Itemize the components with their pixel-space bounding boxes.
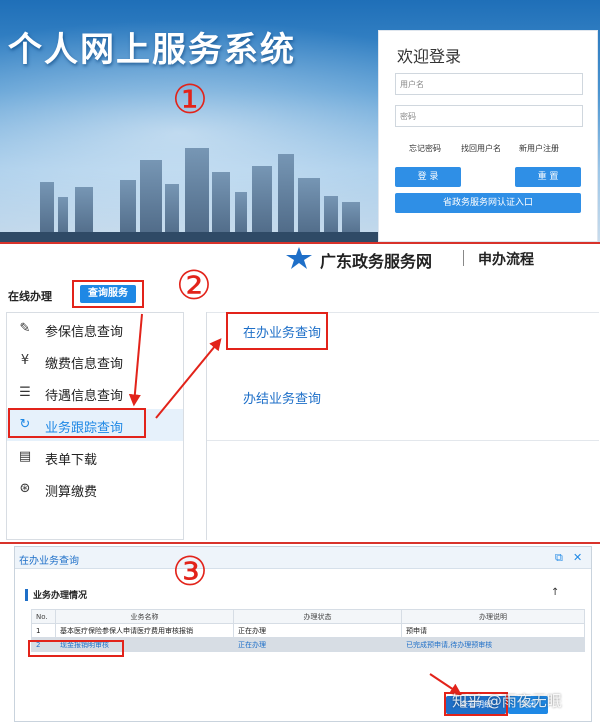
maximize-icon[interactable]: ⧉ [555, 552, 563, 564]
online-label: 在线办理 [8, 290, 52, 303]
sidebar-item-label: 缴费信息查询 [45, 357, 124, 372]
watermark: 知乎 @雨夜无眠 [452, 692, 562, 710]
highlight-business-tracking [8, 408, 146, 438]
reset-button[interactable]: 重 置 [515, 167, 581, 187]
col-header-name: 业务名称 [55, 609, 234, 624]
login-heading: 欢迎登录 [397, 47, 462, 66]
section-title: 业务办理情况 [33, 591, 88, 601]
cell-desc: 预申请 [401, 623, 585, 638]
login-button[interactable]: 登 录 [395, 167, 461, 187]
username-input[interactable]: 用户名 [395, 73, 583, 95]
forgot-password-link[interactable]: 忘记密码 [409, 143, 441, 154]
sidebar-item-label: 表单下载 [45, 453, 98, 468]
sidebar-item-payment-info[interactable]: ¥ 缴费信息查询 [7, 345, 183, 377]
cell-name: 基本医疗保险参保人申请医疗费用审核报销 [55, 623, 234, 638]
gov-auth-button[interactable]: 省政务服务网认证入口 [395, 193, 581, 213]
gd-gov-logo-icon [286, 247, 312, 269]
col-header-status: 办理状态 [233, 609, 402, 624]
col-header-no: No. [31, 609, 56, 624]
document-edit-icon: ✎ [19, 321, 31, 336]
banner-title: 个人网上服务系统 [8, 30, 296, 70]
sidebar-item-label: 待遇信息查询 [45, 389, 124, 404]
step-marker-3: ③ [172, 549, 208, 595]
table-row[interactable]: 1 基本医疗保险参保人申请医疗费用审核报销 正在办理 预申请 [31, 623, 585, 638]
site-title: 广东政务服务网 [320, 252, 433, 271]
password-input[interactable]: 密码 [395, 105, 583, 127]
highlight-in-progress [226, 312, 328, 350]
coin-icon: ¥ [20, 353, 30, 368]
collapse-arrow-icon[interactable]: ↑ [551, 587, 559, 598]
document-list-icon: ☰ [19, 385, 31, 400]
cell-desc: 已完成预申请,待办理预审核 [401, 637, 585, 652]
step-marker-2: ② [176, 263, 212, 309]
content-divider [207, 440, 599, 441]
cell-status: 正在办理 [233, 623, 402, 638]
site-subtitle: 申办流程 [478, 252, 534, 268]
service-query-panel: 广东政务服务网 申办流程 ② 在线办理 查询服务 ✎ 参保信息查询 ¥ 缴费信息… [0, 244, 600, 542]
col-header-desc: 办理说明 [401, 609, 585, 624]
login-banner-panel: 个人网上服务系统 ① 欢迎登录 用户名 密码 忘记密码 找回用户名 新用户注册 … [0, 0, 600, 242]
sidebar-item-fee-calculation[interactable]: ⊛ 测算缴费 [7, 473, 183, 505]
step-marker-1: ① [172, 77, 208, 123]
register-link[interactable]: 新用户注册 [519, 143, 559, 154]
form-icon: ▤ [18, 449, 32, 464]
close-icon[interactable]: ✕ [573, 552, 582, 564]
retrieve-username-link[interactable]: 找回用户名 [461, 143, 501, 154]
sidebar-item-label: 参保信息查询 [45, 325, 124, 340]
sidebar-item-insurance-info[interactable]: ✎ 参保信息查询 [7, 313, 183, 345]
login-panel: 欢迎登录 用户名 密码 忘记密码 找回用户名 新用户注册 登 录 重 置 省政务… [378, 30, 598, 242]
sidebar-item-form-download[interactable]: ▤ 表单下载 [7, 441, 183, 473]
header-separator [463, 250, 464, 266]
highlight-row-2 [28, 640, 124, 657]
sidebar-item-benefit-info[interactable]: ☰ 待遇信息查询 [7, 377, 183, 409]
section-marker [25, 589, 28, 601]
highlight-query-service [72, 280, 144, 308]
window-title: 在办业务查询 [19, 556, 79, 567]
calculator-icon: ⊛ [19, 481, 31, 496]
cell-status: 正在办理 [233, 637, 402, 652]
cell-no: 1 [31, 623, 56, 638]
in-progress-query-panel: 在办业务查询 ⧉ ✕ 业务办理情况 ↑ No. 业务名称 办理状态 办理说明 1… [0, 544, 600, 726]
window-header: 在办业务查询 ⧉ ✕ [15, 547, 591, 569]
completed-query-link[interactable]: 办结业务查询 [243, 388, 321, 407]
sidebar-item-label: 测算缴费 [45, 485, 98, 500]
